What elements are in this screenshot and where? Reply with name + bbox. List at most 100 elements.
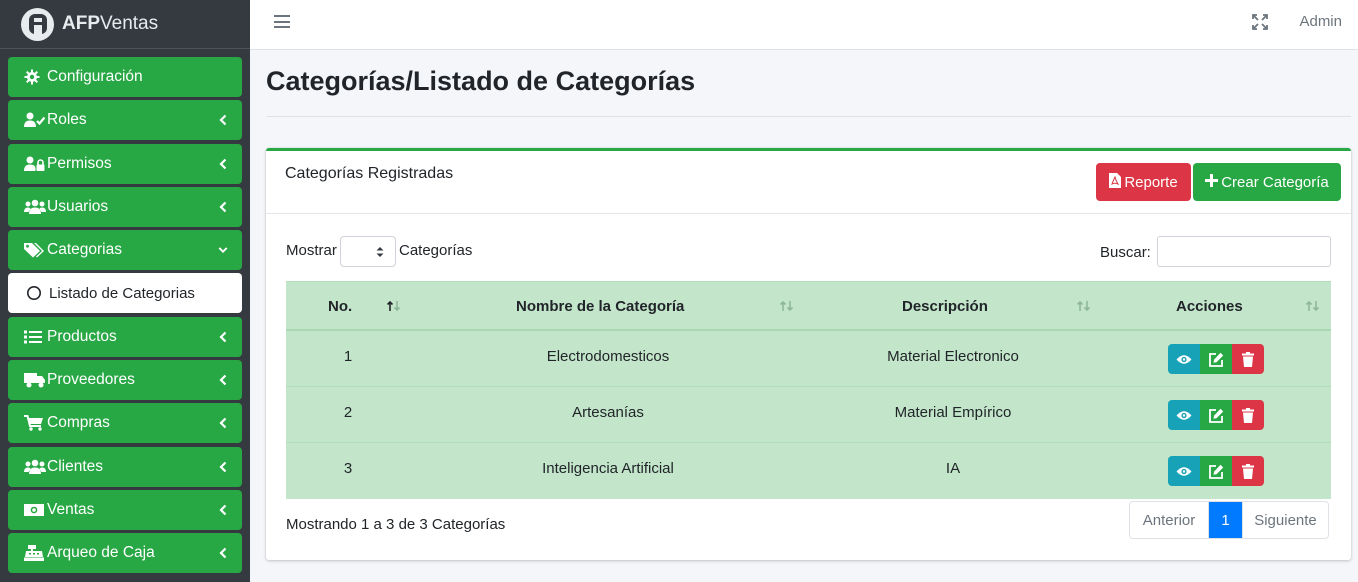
sidebar-item-label: Arqueo de Caja [47, 544, 155, 562]
chevron-left-icon [218, 201, 228, 213]
view-button[interactable] [1168, 344, 1200, 374]
sort-icon[interactable] [1305, 299, 1321, 316]
pagination-page-1[interactable]: 1 [1209, 502, 1242, 538]
sidebar-item-configuracion[interactable]: Configuración [8, 57, 242, 97]
chevron-left-icon [218, 331, 228, 343]
cell-description: Material Electronico [887, 348, 1019, 365]
sidebar-item-ventas[interactable]: Ventas [8, 489, 242, 530]
sidebar-item-label: Productos [47, 327, 117, 345]
table-header: No. Nombre de la Categoría Descripción A… [286, 281, 1331, 331]
sidebar-item-label: Clientes [47, 457, 103, 475]
eye-icon [1176, 410, 1192, 420]
sidebar-item-roles[interactable]: Roles [8, 100, 242, 141]
categories-table: No. Nombre de la Categoría Descripción A… [286, 281, 1331, 499]
sidebar-item-arqueo-de-caja[interactable]: Arqueo de Caja [8, 533, 242, 574]
sidebar-nav: Configuración Roles Permisos Usuarios Ca… [0, 49, 250, 574]
show-entries-suffix: Categorías [399, 242, 473, 259]
chevron-left-icon [218, 374, 228, 386]
chevron-left-icon [218, 114, 228, 126]
pdf-file-icon [1109, 172, 1122, 192]
truck-icon [24, 371, 46, 389]
search-input[interactable] [1157, 236, 1331, 267]
chevron-left-icon [218, 417, 228, 429]
sidebar-item-label: Compras [47, 414, 110, 432]
brand-name: AFPVentas [62, 13, 159, 34]
sidebar-item-clientes[interactable]: Clientes [8, 446, 242, 487]
fullscreen-icon[interactable] [1252, 14, 1268, 34]
categories-card: Categorías Registradas Reporte Crear Cat… [266, 148, 1351, 560]
sidebar-subitem-listado-categorias[interactable]: Listado de Categorias [8, 273, 242, 314]
circle-icon [26, 284, 48, 302]
entries-per-page-select[interactable] [340, 236, 396, 267]
cell-description: Material Empírico [894, 404, 1012, 421]
sidebar-item-proveedores[interactable]: Proveedores [8, 360, 242, 401]
trash-icon [1242, 351, 1254, 367]
sort-icon[interactable] [779, 299, 795, 316]
topbar: Admin [250, 0, 1358, 50]
tags-icon [24, 241, 46, 259]
user-lock-icon [24, 155, 46, 173]
user-check-icon [24, 111, 46, 129]
create-category-label: Crear Categoría [1221, 173, 1329, 191]
search-label: Buscar: [1100, 244, 1151, 261]
user-menu[interactable]: Admin [1299, 13, 1342, 30]
sidebar-item-label: Roles [47, 111, 87, 129]
cell-no: 2 [343, 404, 353, 421]
pagination-previous[interactable]: Anterior [1130, 502, 1209, 538]
page-title: Categorías/Listado de Categorías [266, 66, 696, 96]
delete-button[interactable] [1232, 456, 1264, 486]
show-entries-label: Mostrar [286, 242, 337, 259]
report-button[interactable]: Reporte [1096, 163, 1191, 201]
cash-register-icon [24, 544, 46, 562]
pagination: Anterior 1 Siguiente [1129, 501, 1329, 539]
column-header-actions[interactable]: Acciones [1176, 298, 1243, 315]
edit-icon [1208, 464, 1223, 479]
cell-no: 3 [343, 460, 353, 477]
chevron-left-icon [218, 158, 228, 170]
sidebar-item-label: Permisos [47, 154, 112, 172]
select-arrows-icon [376, 247, 384, 257]
brand-logo-icon [21, 7, 54, 41]
column-header-no[interactable]: No. [328, 298, 352, 315]
sidebar-item-usuarios[interactable]: Usuarios [8, 186, 242, 227]
sidebar-item-permisos[interactable]: Permisos [8, 143, 242, 184]
sidebar-item-label: Configuración [47, 68, 143, 85]
brand[interactable]: AFPVentas [0, 0, 250, 49]
list-icon [24, 328, 46, 346]
report-button-label: Reporte [1124, 173, 1178, 191]
trash-icon [1242, 463, 1254, 479]
cell-name: Electrodomesticos [546, 348, 670, 365]
sidebar-item-label: Usuarios [47, 197, 109, 215]
edit-button[interactable] [1200, 456, 1232, 486]
sidebar-item-compras[interactable]: Compras [8, 403, 242, 444]
delete-button[interactable] [1232, 344, 1264, 374]
gear-icon [24, 68, 46, 86]
users-icon [24, 198, 46, 216]
cell-no: 1 [343, 348, 353, 365]
card-title: Categorías Registradas [285, 165, 454, 182]
delete-button[interactable] [1232, 400, 1264, 430]
table-info: Mostrando 1 a 3 de 3 Categorías [286, 516, 506, 533]
pagination-next[interactable]: Siguiente [1242, 502, 1328, 538]
edit-icon [1208, 408, 1223, 423]
column-header-name[interactable]: Nombre de la Categoría [516, 298, 684, 315]
sidebar-item-label: Categorias [47, 241, 122, 259]
edit-button[interactable] [1200, 400, 1232, 430]
view-button[interactable] [1168, 400, 1200, 430]
money-icon [24, 501, 46, 519]
eye-icon [1176, 466, 1192, 476]
create-category-button[interactable]: Crear Categoría [1193, 163, 1341, 201]
edit-icon [1208, 352, 1223, 367]
cart-icon [24, 414, 46, 432]
view-button[interactable] [1168, 456, 1200, 486]
sort-asc-icon[interactable] [386, 299, 402, 316]
table-row: 2 Artesanías Material Empírico [286, 387, 1331, 443]
users-icon [24, 458, 46, 476]
sidebar-item-productos[interactable]: Productos [8, 316, 242, 357]
sort-icon[interactable] [1076, 299, 1092, 316]
sidebar-item-categorias[interactable]: Categorias [8, 230, 242, 271]
edit-button[interactable] [1200, 344, 1232, 374]
cell-name: Artesanías [572, 404, 644, 421]
hamburger-menu-icon[interactable] [274, 15, 290, 29]
column-header-description[interactable]: Descripción [902, 298, 988, 315]
